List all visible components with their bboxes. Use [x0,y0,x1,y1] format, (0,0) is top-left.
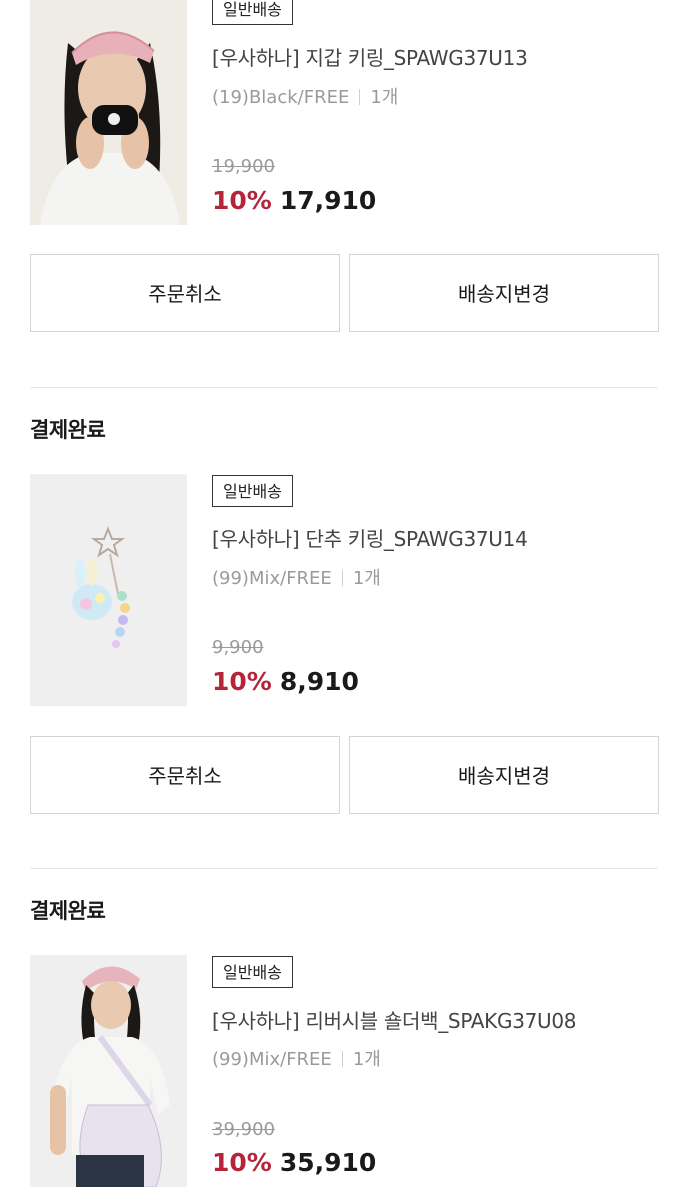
discount-rate: 10% [212,667,272,696]
product-option: (19)Black/FREE [212,87,350,108]
section-divider [30,387,658,388]
product-option-row: (99)Mix/FREE 1개 [212,1045,381,1071]
separator [341,570,343,586]
section-divider [30,868,658,869]
product-thumbnail[interactable] [30,474,187,706]
product-option-row: (99)Mix/FREE 1개 [212,564,381,590]
price-row: 10% 8,910 [212,667,359,696]
cancel-order-button[interactable]: 주문취소 [30,254,340,332]
discount-rate: 10% [212,1148,272,1177]
price-row: 10% 35,910 [212,1148,376,1177]
separator [359,89,361,105]
change-address-button[interactable]: 배송지변경 [349,736,659,814]
original-price: 39,900 [212,1119,275,1140]
separator [341,1051,343,1067]
product-option: (99)Mix/FREE [212,568,332,589]
discount-rate: 10% [212,186,272,215]
product-option: (99)Mix/FREE [212,1049,332,1070]
product-name[interactable]: [우사하나] 지갑 키링_SPAWG37U13 [212,42,528,71]
delivery-type-badge: 일반배송 [212,475,293,507]
product-thumbnail[interactable] [30,955,187,1187]
order-status-heading: 결제완료 [30,418,106,442]
product-quantity: 1개 [352,1049,381,1070]
delivery-type-badge: 일반배송 [212,0,293,25]
product-option-row: (19)Black/FREE 1개 [212,83,398,109]
final-price: 8,910 [279,667,359,696]
original-price: 19,900 [212,156,275,177]
cancel-order-button[interactable]: 주문취소 [30,736,340,814]
order-status-heading: 결제완료 [30,899,106,923]
final-price: 35,910 [279,1148,377,1177]
change-address-button[interactable]: 배송지변경 [349,254,659,332]
delivery-type-badge: 일반배송 [212,956,293,988]
product-name[interactable]: [우사하나] 단추 키링_SPAWG37U14 [212,523,528,552]
final-price: 17,910 [279,186,377,215]
product-name[interactable]: [우사하나] 리버시블 숄더백_SPAKG37U08 [212,1005,577,1034]
product-thumbnail[interactable] [30,0,187,225]
original-price: 9,900 [212,637,264,658]
price-row: 10% 17,910 [212,186,376,215]
product-quantity: 1개 [370,87,399,108]
product-quantity: 1개 [352,568,381,589]
